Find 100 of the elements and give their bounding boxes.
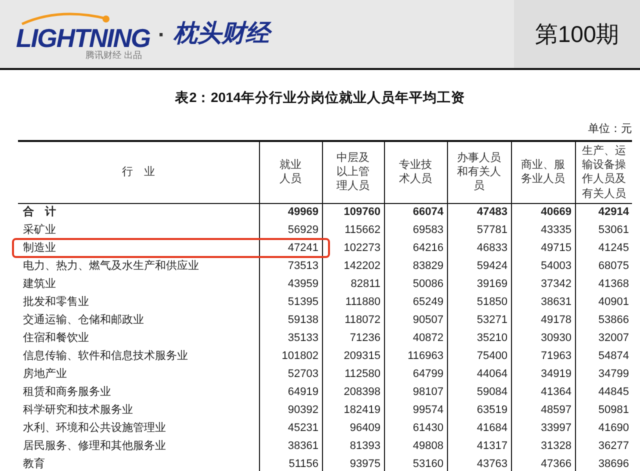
salary-cell: 34799 — [575, 365, 632, 383]
salary-cell: 66074 — [384, 203, 447, 221]
industry-cell: 批发和零售业 — [18, 293, 259, 311]
salary-cell: 116963 — [384, 347, 447, 365]
column-header: 行 业 — [122, 165, 155, 180]
salary-cell: 111880 — [322, 293, 384, 311]
salary-cell: 33997 — [511, 419, 575, 437]
salary-cell: 61430 — [384, 419, 447, 437]
salary-cell: 59084 — [447, 383, 511, 401]
salary-cell: 38631 — [511, 293, 575, 311]
industry-cell: 租赁和商务服务业 — [18, 383, 259, 401]
salary-cell: 56929 — [259, 221, 322, 239]
industry-cell: 采矿业 — [18, 221, 259, 239]
salary-cell: 102273 — [322, 239, 384, 257]
salary-cell: 41690 — [575, 419, 632, 437]
salary-cell: 41368 — [575, 275, 632, 293]
industry-cell: 科学研究和技术服务业 — [18, 401, 259, 419]
salary-cell: 54874 — [575, 347, 632, 365]
salary-cell: 40669 — [511, 203, 575, 221]
industry-cell: 教育 — [18, 455, 259, 471]
tagline: 腾讯财经 出品 — [85, 50, 142, 60]
salary-cell: 90507 — [384, 311, 447, 329]
salary-cell: 49808 — [384, 437, 447, 455]
salary-cell: 42914 — [575, 203, 632, 221]
salary-cell: 35210 — [447, 329, 511, 347]
salary-cell: 118072 — [322, 311, 384, 329]
salary-cell: 34919 — [511, 365, 575, 383]
salary-cell: 38696 — [575, 455, 632, 471]
salary-cell: 59138 — [259, 311, 322, 329]
salary-cell: 40872 — [384, 329, 447, 347]
salary-cell: 51156 — [259, 455, 322, 471]
industry-cell: 房地产业 — [18, 365, 259, 383]
salary-cell: 182419 — [322, 401, 384, 419]
salary-cell: 44845 — [575, 383, 632, 401]
salary-cell: 43335 — [511, 221, 575, 239]
salary-cell: 47241 — [259, 239, 322, 257]
salary-cell: 51395 — [259, 293, 322, 311]
salary-cell: 59424 — [447, 257, 511, 275]
salary-cell: 64799 — [384, 365, 447, 383]
salary-cell: 47483 — [447, 203, 511, 221]
salary-cell: 37342 — [511, 275, 575, 293]
salary-cell: 71963 — [511, 347, 575, 365]
salary-cell: 41317 — [447, 437, 511, 455]
salary-cell: 48597 — [511, 401, 575, 419]
salary-cell: 53061 — [575, 221, 632, 239]
column-header: 办事人员和有关人员 — [456, 150, 502, 194]
salary-cell: 71236 — [322, 329, 384, 347]
salary-cell: 50086 — [384, 275, 447, 293]
salary-cell: 53271 — [447, 311, 511, 329]
salary-cell: 98107 — [384, 383, 447, 401]
column-header: 就业人员 — [278, 158, 302, 187]
industry-cell: 信息传输、软件和信息技术服务业 — [18, 347, 259, 365]
salary-cell: 115662 — [322, 221, 384, 239]
column-header: 生产、运输设备操作人员及有关人员 — [581, 144, 626, 201]
salary-cell: 36277 — [575, 437, 632, 455]
industry-cell: 制造业 — [18, 239, 259, 257]
salary-cell: 73513 — [259, 257, 322, 275]
salary-cell: 63519 — [447, 401, 511, 419]
salary-cell: 53866 — [575, 311, 632, 329]
industry-cell: 水利、环境和公共设施管理业 — [18, 419, 259, 437]
salary-cell: 41245 — [575, 239, 632, 257]
industry-cell: 住宿和餐饮业 — [18, 329, 259, 347]
salary-cell: 52703 — [259, 365, 322, 383]
salary-cell: 93975 — [322, 455, 384, 471]
swoosh-icon — [20, 10, 110, 24]
salary-cell: 75400 — [447, 347, 511, 365]
salary-cell: 57781 — [447, 221, 511, 239]
salary-cell: 64919 — [259, 383, 322, 401]
salary-cell: 40901 — [575, 293, 632, 311]
salary-cell: 49178 — [511, 311, 575, 329]
column-header: 专业技术人员 — [398, 158, 433, 187]
salary-cell: 53160 — [384, 455, 447, 471]
salary-cell: 47366 — [511, 455, 575, 471]
industry-cell: 交通运输、仓储和邮政业 — [18, 311, 259, 329]
site-name: 枕头财经 — [173, 16, 270, 52]
column-header: 商业、服务业人员 — [520, 158, 566, 187]
salary-cell: 41684 — [447, 419, 511, 437]
salary-cell: 69583 — [384, 221, 447, 239]
salary-cell: 43763 — [447, 455, 511, 471]
salary-cell: 45231 — [259, 419, 322, 437]
salary-cell: 90392 — [259, 401, 322, 419]
column-header: 中层及以上管理人员 — [336, 150, 370, 194]
salary-cell: 64216 — [384, 239, 447, 257]
salary-cell: 38361 — [259, 437, 322, 455]
salary-cell: 49715 — [511, 239, 575, 257]
salary-cell: 39169 — [447, 275, 511, 293]
salary-cell: 50981 — [575, 401, 632, 419]
salary-cell: 46833 — [447, 239, 511, 257]
unit-label: 单位：元 — [588, 123, 632, 135]
salary-cell: 44064 — [447, 365, 511, 383]
salary-cell: 82811 — [322, 275, 384, 293]
salary-cell: 209315 — [322, 347, 384, 365]
salary-cell: 31328 — [511, 437, 575, 455]
salary-cell: 43959 — [259, 275, 322, 293]
industry-cell: 电力、热力、燃气及水生产和供应业 — [18, 257, 259, 275]
salary-cell: 112580 — [322, 365, 384, 383]
industry-cell: 居民服务、修理和其他服务业 — [18, 437, 259, 455]
salary-cell: 35133 — [259, 329, 322, 347]
issue-number: 第100期 — [534, 20, 620, 49]
salary-cell: 68075 — [575, 257, 632, 275]
